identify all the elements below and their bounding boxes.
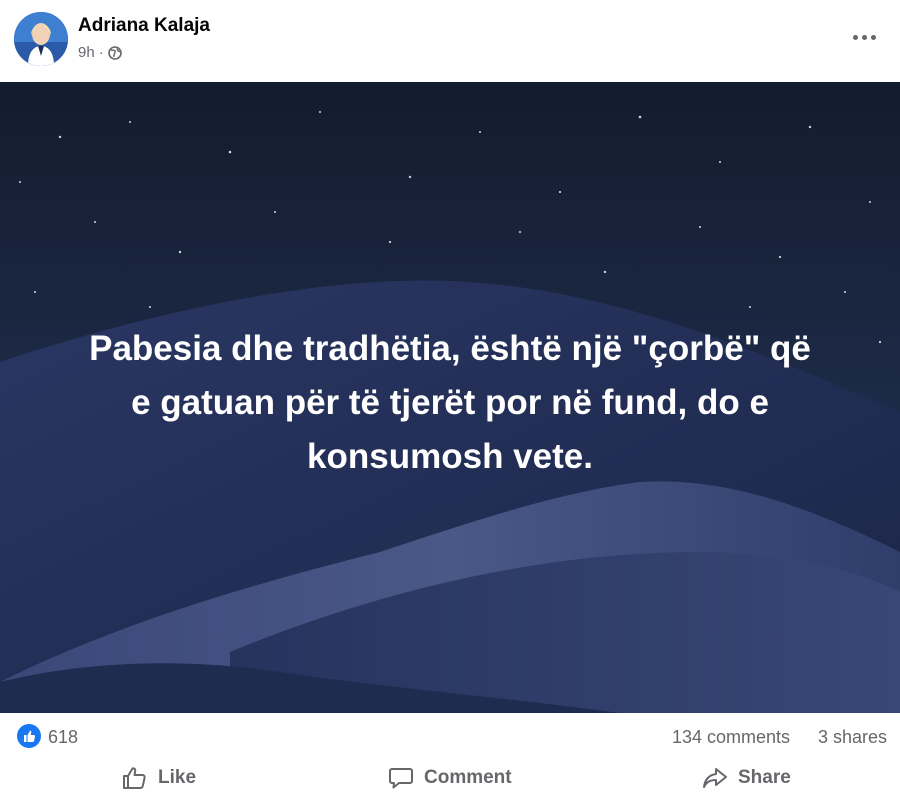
like-reaction-icon[interactable]	[17, 724, 41, 748]
post-actions: Like Comment Share	[0, 760, 900, 795]
more-options-icon[interactable]	[850, 27, 880, 47]
share-button[interactable]: Share	[702, 763, 791, 793]
quote-line: e gatuan për të tjerët por në fund, do e	[131, 383, 769, 422]
comment-label: Comment	[424, 767, 512, 788]
meta-separator: ·	[98, 44, 104, 61]
thumbs-up-icon	[123, 767, 146, 789]
comments-count[interactable]: 134 comments	[672, 727, 790, 748]
author-avatar[interactable]	[14, 12, 68, 66]
post-header: Adriana Kalaja 9h ·	[0, 0, 900, 82]
globe-icon	[107, 45, 122, 60]
like-count[interactable]: 618	[48, 727, 78, 748]
post-meta: 9h ·	[78, 44, 122, 61]
reaction-summary: 618 134 comments 3 shares	[0, 713, 900, 759]
quote-text: Pabesia dhe tradhëtia, është një "çorbë"…	[30, 322, 870, 484]
post-time[interactable]: 9h	[78, 44, 95, 61]
shares-count[interactable]: 3 shares	[818, 727, 887, 748]
share-icon	[703, 768, 727, 788]
share-label: Share	[738, 767, 791, 788]
quote-line: Pabesia dhe tradhëtia, është një "çorbë"…	[89, 329, 811, 368]
like-button[interactable]: Like	[122, 763, 196, 793]
comment-button[interactable]: Comment	[388, 763, 512, 793]
quote-line: konsumosh vete.	[307, 437, 593, 476]
author-name[interactable]: Adriana Kalaja	[78, 15, 210, 37]
post-image[interactable]: Pabesia dhe tradhëtia, është një "çorbë"…	[0, 82, 900, 713]
like-label: Like	[158, 767, 197, 788]
comment-icon	[389, 768, 413, 789]
